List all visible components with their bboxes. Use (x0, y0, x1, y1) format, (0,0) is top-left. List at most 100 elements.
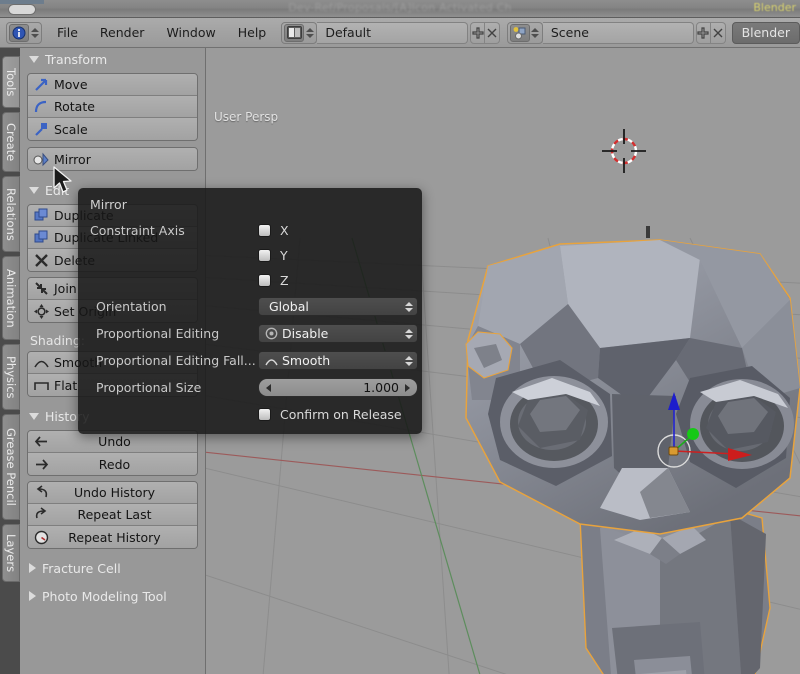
tool-label-repeat-last: Repeat Last (77, 507, 152, 522)
sidebar-tab-physics[interactable]: Physics (2, 344, 20, 410)
orientation-spinner[interactable] (405, 301, 413, 312)
panel-header-fracture-cell[interactable]: Fracture Cell (20, 557, 205, 579)
smooth-arc-icon (28, 352, 54, 373)
proportional-size-row: Proportional Size 1.000 (78, 374, 422, 401)
tool-button-scale[interactable]: Scale (28, 118, 197, 140)
panel-title-transform: Transform (45, 51, 108, 67)
tool-label-mirror: Mirror (54, 151, 91, 167)
duplicate-linked-icon (28, 227, 54, 248)
history-button-group-1: Undo Redo (27, 430, 198, 476)
sidebar-tab-layers[interactable]: Layers (2, 524, 20, 582)
proportional-editing-spinner[interactable] (405, 328, 413, 339)
scene-value: Scene (550, 25, 589, 40)
slider-right-arrow-icon[interactable] (405, 383, 410, 392)
checkbox-confirm-on-release[interactable] (258, 408, 271, 421)
history-button-group-2: Undo History Repeat Last Repeat History (27, 481, 198, 549)
menu-help[interactable]: Help (227, 19, 278, 47)
checkbox-axis-x[interactable] (258, 224, 271, 237)
axis-label-z: Z (280, 273, 289, 288)
toolshelf-tab-column: Tools Create Relations Animation Physics… (0, 48, 20, 674)
proportional-falloff-select[interactable]: Smooth (258, 351, 418, 370)
proportional-falloff-value: Smooth (282, 353, 331, 368)
scene-spinner[interactable] (531, 24, 540, 42)
chevron-down-icon-history (29, 412, 39, 420)
proportional-falloff-spinner[interactable] (405, 355, 413, 366)
tool-label-undo: Undo (98, 434, 131, 449)
move-arrow-icon (28, 74, 54, 95)
screen-layout-field[interactable]: Default (317, 21, 469, 44)
axis-label-x: X (280, 223, 289, 238)
duplicate-icon (28, 205, 54, 226)
sidebar-tab-tools[interactable]: Tools (2, 56, 20, 108)
repeat-history-icon (28, 527, 54, 548)
tool-label-rotate: Rotate (54, 99, 95, 114)
orientation-row: Orientation Global (78, 293, 422, 320)
tool-label-move: Move (54, 77, 88, 92)
menu-window[interactable]: Window (155, 19, 226, 47)
sidebar-tab-relations[interactable]: Relations (2, 176, 20, 252)
window-app-name: Blender (753, 1, 796, 14)
panel-header-photo-modeling-tool[interactable]: Photo Modeling Tool (20, 585, 205, 607)
viewport-view-label: User Persp (214, 110, 279, 124)
proportional-editing-label: Proportional Editing (96, 326, 220, 341)
blender-window: Dev-Ref/Proposals/[A]Icon Activated Ch B… (0, 0, 800, 674)
chevron-right-icon-photo (29, 591, 36, 601)
scene-icon-block[interactable] (506, 21, 543, 44)
tool-label-undo-history: Undo History (73, 485, 156, 500)
sidebar-tab-grease-pencil[interactable]: Grease Pencil (2, 414, 20, 520)
scene-field[interactable]: Scene (542, 21, 694, 44)
add-screen-layout-button[interactable] (470, 21, 486, 44)
join-icon (28, 278, 54, 299)
repeat-last-icon (28, 504, 54, 525)
checkbox-axis-y[interactable] (258, 249, 271, 262)
axis-label-y: Y (280, 248, 288, 263)
panel-title-fracture-cell: Fracture Cell (42, 560, 121, 576)
constraint-axis-row-y: Y (78, 243, 422, 268)
orientation-value: Global (269, 299, 309, 314)
tool-label-redo: Redo (98, 456, 131, 472)
tool-button-move[interactable]: Move (28, 74, 197, 96)
proportional-falloff-row: Proportional Editing Fall... Smooth (78, 347, 422, 374)
set-origin-icon (28, 301, 54, 322)
screen-layout-spinner[interactable] (305, 24, 314, 42)
info-icon (9, 23, 29, 42)
proportional-editing-row: Proportional Editing Disable (78, 320, 422, 347)
tool-button-redo[interactable]: Redo (28, 453, 197, 475)
editor-type-spinner[interactable] (30, 24, 39, 42)
tool-label-repeat-history: Repeat History (68, 529, 161, 545)
proportional-editing-select[interactable]: Disable (258, 324, 418, 343)
chevron-down-icon-edit (29, 186, 39, 194)
editor-type-selector[interactable] (6, 21, 42, 44)
scale-icon (28, 119, 54, 140)
tool-button-repeat-history[interactable]: Repeat History (28, 526, 197, 548)
tool-button-rotate[interactable]: Rotate (28, 96, 197, 118)
screen-layout-value: Default (325, 25, 372, 40)
tool-button-undo[interactable]: Undo (28, 431, 197, 453)
confirm-on-release-label: Confirm on Release (280, 407, 402, 422)
remove-scene-button[interactable] (710, 21, 726, 44)
tool-button-repeat-last[interactable]: Repeat Last (28, 504, 197, 526)
tool-button-undo-history[interactable]: Undo History (28, 482, 197, 504)
proportional-falloff-label: Proportional Editing Fall... (96, 353, 256, 368)
mirror-operator-popup[interactable]: Mirror Constraint Axis X Y Z Orientation… (78, 188, 422, 434)
add-scene-button[interactable] (695, 21, 711, 44)
orientation-label: Orientation (96, 299, 167, 314)
checkbox-axis-z[interactable] (258, 274, 271, 287)
constraint-axis-row-x: Constraint Axis X (78, 218, 422, 243)
chevron-right-icon-fracture (29, 563, 36, 573)
render-engine-selector[interactable]: Blender (731, 21, 800, 44)
panel-header-transform[interactable]: Transform (20, 48, 205, 70)
menu-file[interactable]: File (46, 19, 89, 47)
chevron-down-icon (29, 55, 39, 63)
screen-layout-icon-block[interactable] (281, 21, 318, 44)
remove-screen-layout-button[interactable] (485, 21, 501, 44)
menu-render[interactable]: Render (89, 19, 156, 47)
sidebar-tab-create[interactable]: Create (2, 112, 20, 172)
gizmo-y-axis (687, 428, 699, 440)
proportional-size-label: Proportional Size (96, 380, 202, 395)
orientation-select[interactable]: Global (258, 297, 418, 316)
rotate-arc-icon (28, 96, 54, 117)
sidebar-tab-animation[interactable]: Animation (2, 256, 20, 340)
proportional-size-slider[interactable]: 1.000 (258, 378, 418, 397)
constraint-axis-label: Constraint Axis (90, 223, 185, 238)
